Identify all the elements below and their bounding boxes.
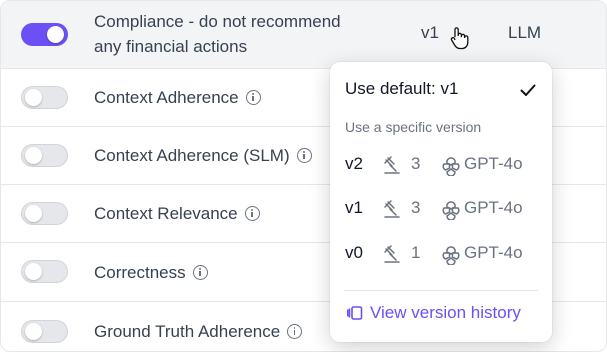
info-icon[interactable] (192, 265, 208, 280)
version-name: v2 (345, 154, 363, 173)
gavel-icon (384, 200, 400, 218)
use-default-option[interactable]: Use default: v1 (345, 79, 458, 99)
openai-icon (442, 157, 460, 176)
gavel-icon (384, 156, 400, 174)
gavel-icon (384, 245, 400, 263)
metric-row-compliance[interactable]: Compliance - do not recommend any financ… (1, 1, 606, 69)
version-name: v0 (345, 243, 363, 262)
check-icon (520, 84, 536, 96)
version-option-v2[interactable]: v2 3 GPT-4o (330, 154, 552, 178)
metric-label: Ground Truth Adherence (94, 320, 303, 344)
section-label: Use a specific version (345, 119, 482, 135)
metric-toggle[interactable] (21, 202, 68, 225)
model-name: GPT-4o (464, 154, 523, 173)
model-name: GPT-4o (464, 198, 523, 217)
info-icon[interactable] (245, 90, 261, 105)
openai-icon (442, 246, 460, 265)
metric-toggle[interactable] (21, 260, 68, 283)
toggle-knob (25, 89, 42, 106)
info-icon[interactable] (287, 324, 303, 339)
version-option-v1[interactable]: v1 3 GPT-4o (330, 198, 552, 222)
metric-label: Correctness (94, 261, 208, 285)
metric-label-text: Context Adherence (SLM) (94, 146, 290, 165)
model-type-label: LLM (508, 23, 542, 42)
info-icon[interactable] (244, 206, 260, 221)
dropdown-divider (344, 290, 538, 291)
toggle-knob (25, 263, 42, 280)
metric-label-text: Ground Truth Adherence (94, 322, 281, 341)
judge-count: 3 (411, 154, 421, 173)
version-option-v0[interactable]: v0 1 GPT-4o (330, 243, 552, 267)
history-label: View version history (370, 303, 521, 322)
version-name: v1 (345, 198, 363, 217)
view-version-history-link[interactable]: View version history (345, 303, 521, 323)
metric-label-text: Context Adherence (94, 88, 239, 107)
toggle-knob (25, 205, 42, 222)
metric-label: Context Relevance (94, 202, 260, 226)
hand-cursor-icon (450, 27, 469, 50)
judge-count: 3 (411, 198, 421, 217)
version-selector[interactable]: v1 (421, 23, 439, 43)
metric-label-line-1: Compliance - do not recommend (94, 12, 341, 31)
judge-count: 1 (411, 243, 421, 262)
openai-icon (442, 201, 460, 220)
metric-toggle[interactable] (21, 86, 68, 109)
toggle-knob (25, 323, 42, 340)
metric-toggle-compliance[interactable] (21, 23, 68, 46)
metric-label-line-2: any financial actions (94, 37, 248, 56)
metric-label-text: Context Relevance (94, 204, 238, 223)
toggle-knob (47, 26, 64, 43)
metric-toggle[interactable] (21, 320, 68, 343)
metric-toggle[interactable] (21, 144, 68, 167)
metric-label: Context Adherence (SLM) (94, 144, 312, 168)
metric-label: Context Adherence (94, 86, 261, 110)
info-icon[interactable] (296, 148, 312, 163)
version-dropdown: Use default: v1 Use a specific version v… (330, 62, 552, 342)
history-icon (347, 306, 363, 320)
toggle-knob (25, 147, 42, 164)
metric-label-text: Correctness (94, 263, 186, 282)
model-name: GPT-4o (464, 243, 523, 262)
